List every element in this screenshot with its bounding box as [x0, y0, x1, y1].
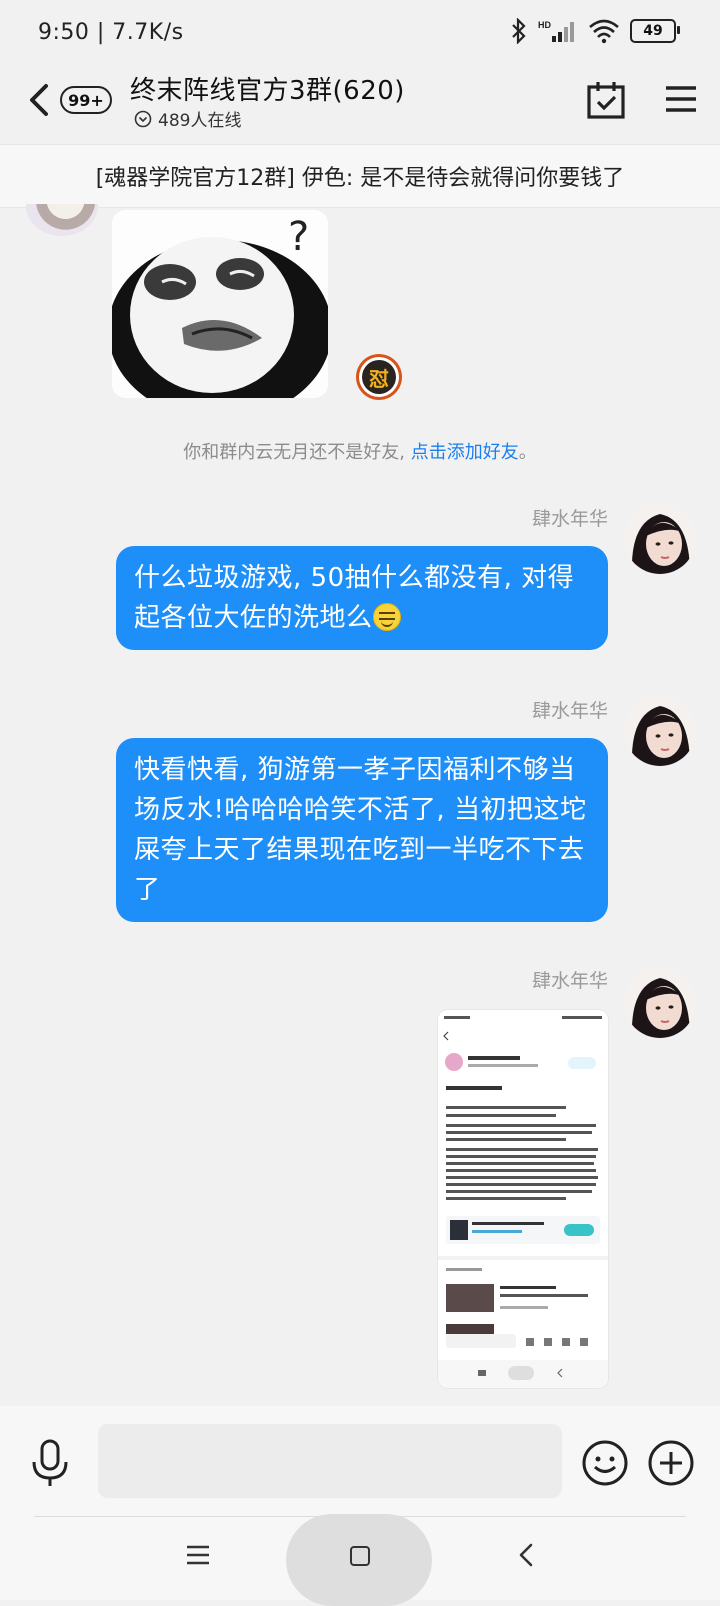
emoji-icon[interactable]: [580, 1438, 630, 1488]
message-text: 快看快看, 狗游第一孝子因福利不够当场反水!哈哈哈哈笑不活了, 当初把这坨屎夸上…: [134, 755, 587, 905]
friend-tip-text: 你和群内云无月还不是好友,: [183, 442, 411, 463]
calendar-check-icon[interactable]: [586, 80, 626, 120]
screenshot-thumbnail: [438, 1010, 608, 1388]
message-text: 什么垃圾游戏, 50抽什么都没有, 对得起各位大佐的洗地么: [134, 563, 575, 633]
online-count: 489人在线: [158, 111, 242, 131]
message-bubble[interactable]: 快看快看, 狗游第一孝子因福利不够当场反水!哈哈哈哈笑不活了, 当初把这坨屎夸上…: [116, 738, 608, 922]
add-friend-link[interactable]: 点击添加好友: [411, 442, 519, 463]
panda-meme-graphic: ?: [112, 210, 328, 398]
online-count-row[interactable]: 489人在线: [134, 106, 241, 131]
svg-text:HD: HD: [538, 20, 551, 30]
bluetooth-icon: [512, 18, 526, 44]
sender-name: 肆水年华: [531, 508, 608, 530]
status-time-speed: 9:50 | 7.7K/s: [38, 20, 184, 45]
avatar[interactable]: [624, 694, 696, 766]
back-triangle-icon[interactable]: [516, 1542, 536, 1568]
sender-name: 肆水年华: [531, 970, 608, 992]
message-input[interactable]: [98, 1424, 562, 1498]
home-square-icon[interactable]: [350, 1546, 370, 1566]
sticker-image[interactable]: ?: [112, 210, 328, 398]
avatar[interactable]: [624, 502, 696, 574]
avatar[interactable]: [624, 966, 696, 1038]
message-bubble[interactable]: 什么垃圾游戏, 50抽什么都没有, 对得起各位大佐的洗地么: [116, 546, 608, 650]
reaction-badge-label: 怼: [362, 360, 396, 394]
wifi-icon: [589, 19, 619, 44]
battery-indicator: 49: [630, 19, 680, 43]
shared-screenshot-image[interactable]: [438, 1010, 608, 1388]
signal-icon: HD: [538, 20, 574, 42]
friend-tip: 你和群内云无月还不是好友, 点击添加好友。: [0, 438, 720, 464]
grin-emoji-icon: [372, 603, 401, 631]
unread-badge[interactable]: 99+: [60, 86, 112, 114]
sender-name: 肆水年华: [531, 700, 608, 722]
avatar-portrait: [624, 502, 696, 574]
status-icons: HD 49: [510, 18, 680, 44]
svg-text:?: ?: [288, 214, 309, 260]
back-arrow-icon[interactable]: [24, 80, 54, 120]
input-bar: [0, 1406, 720, 1516]
status-bar: 9:50 | 7.7K/s HD 49: [0, 0, 720, 66]
recents-menu-icon[interactable]: [186, 1544, 210, 1566]
plus-icon[interactable]: [646, 1438, 696, 1488]
chat-header: 99+ 终末阵线官方3群(620) 489人在线: [0, 66, 720, 144]
chevron-down-circle-icon: [134, 110, 152, 127]
mic-icon[interactable]: [28, 1438, 72, 1488]
friend-tip-suffix: 。: [518, 442, 537, 463]
cross-group-notice[interactable]: [魂器学院官方12群] 伊色: 是不是待会就得问你要钱了: [0, 144, 720, 208]
system-nav-bar: [0, 1514, 720, 1606]
menu-icon[interactable]: [664, 84, 698, 114]
reaction-badge[interactable]: 怼: [356, 354, 402, 400]
group-title[interactable]: 终末阵线官方3群(620): [130, 70, 405, 107]
avatar-portrait: [624, 694, 696, 766]
avatar-portrait: [624, 966, 696, 1038]
